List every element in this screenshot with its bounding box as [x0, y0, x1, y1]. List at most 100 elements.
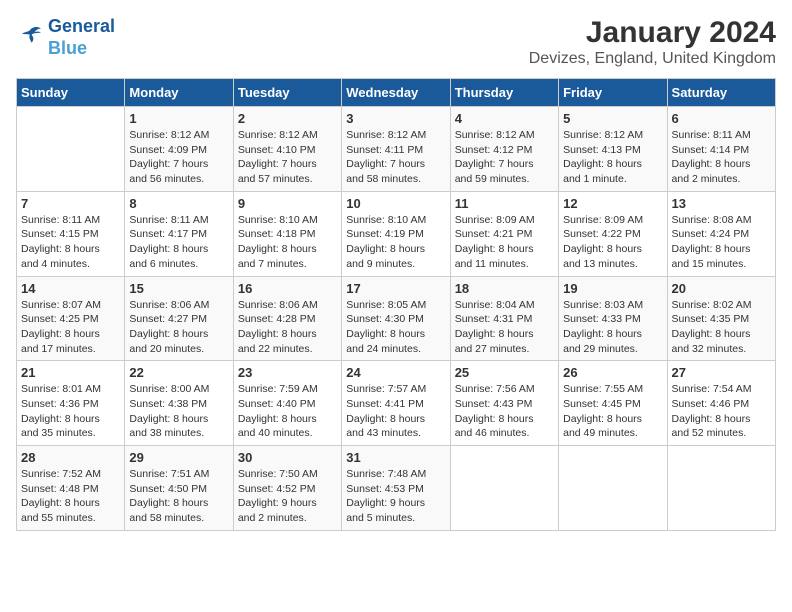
- calendar-cell: 25Sunrise: 7:56 AMSunset: 4:43 PMDayligh…: [450, 361, 558, 446]
- calendar-cell: 11 Sunrise: 8:09 AMSunset: 4:21 PMDayligh…: [450, 191, 558, 276]
- week-row-5: 28 Sunrise: 7:52 AMSunset: 4:48 PMDayligh…: [17, 446, 776, 531]
- calendar-header-row: SundayMondayTuesdayWednesdayThursdayFrid…: [17, 79, 776, 107]
- calendar-cell: 17Sunrise: 8:05 AMSunset: 4:30 PMDayligh…: [342, 276, 450, 361]
- calendar-cell: 19Sunrise: 8:03 AMSunset: 4:33 PMDayligh…: [559, 276, 667, 361]
- cell-info: Sunrise: 8:12 AMSunset: 4:11 PMDaylight:…: [346, 128, 445, 187]
- cell-info: Sunrise: 8:09 AMSunset: 4:21 PMDaylight:…: [455, 213, 554, 272]
- cell-date: 10: [346, 196, 445, 211]
- calendar-cell: 29Sunrise: 7:51 AMSunset: 4:50 PMDayligh…: [125, 446, 233, 531]
- cell-info: Sunrise: 8:06 AMSunset: 4:27 PMDaylight:…: [129, 298, 228, 357]
- cell-info: Sunrise: 8:08 AMSunset: 4:24 PMDaylight:…: [672, 213, 771, 272]
- cell-date: 8: [129, 196, 228, 211]
- calendar-cell: [17, 107, 125, 192]
- week-row-1: 1 Sunrise: 8:12 AMSunset: 4:09 PMDaylight…: [17, 107, 776, 192]
- cell-info: Sunrise: 7:50 AMSunset: 4:52 PMDaylight:…: [238, 467, 337, 526]
- cell-date: 6: [672, 111, 771, 126]
- cell-info: Sunrise: 7:51 AMSunset: 4:50 PMDaylight:…: [129, 467, 228, 526]
- cell-info: Sunrise: 8:01 AMSunset: 4:36 PMDaylight:…: [21, 382, 120, 441]
- cell-date: 24: [346, 365, 445, 380]
- cell-date: 22: [129, 365, 228, 380]
- day-header-sunday: Sunday: [17, 79, 125, 107]
- cell-date: 11: [455, 196, 554, 211]
- calendar-cell: 23Sunrise: 7:59 AMSunset: 4:40 PMDayligh…: [233, 361, 341, 446]
- calendar-cell: [450, 446, 558, 531]
- calendar-cell: 24 Sunrise: 7:57 AMSunset: 4:41 PMDayligh…: [342, 361, 450, 446]
- calendar-cell: 12 Sunrise: 8:09 AMSunset: 4:22 PMDayligh…: [559, 191, 667, 276]
- cell-info: Sunrise: 7:57 AMSunset: 4:41 PMDaylight:…: [346, 382, 445, 441]
- cell-info: Sunrise: 8:02 AMSunset: 4:35 PMDaylight:…: [672, 298, 771, 357]
- calendar-cell: 8 Sunrise: 8:11 AMSunset: 4:17 PMDaylight…: [125, 191, 233, 276]
- calendar-cell: 9Sunrise: 8:10 AMSunset: 4:18 PMDaylight…: [233, 191, 341, 276]
- cell-date: 14: [21, 281, 120, 296]
- calendar-cell: 3 Sunrise: 8:12 AMSunset: 4:11 PMDaylight…: [342, 107, 450, 192]
- cell-info: Sunrise: 8:04 AMSunset: 4:31 PMDaylight:…: [455, 298, 554, 357]
- calendar-cell: 18 Sunrise: 8:04 AMSunset: 4:31 PMDayligh…: [450, 276, 558, 361]
- cell-info: Sunrise: 8:12 AMSunset: 4:13 PMDaylight:…: [563, 128, 662, 187]
- cell-info: Sunrise: 7:55 AMSunset: 4:45 PMDaylight:…: [563, 382, 662, 441]
- day-header-friday: Friday: [559, 79, 667, 107]
- cell-info: Sunrise: 7:56 AMSunset: 4:43 PMDaylight:…: [455, 382, 554, 441]
- logo-text: General Blue: [48, 16, 115, 59]
- cell-date: 30: [238, 450, 337, 465]
- cell-date: 16: [238, 281, 337, 296]
- calendar-cell: 6 Sunrise: 8:11 AMSunset: 4:14 PMDaylight…: [667, 107, 775, 192]
- cell-info: Sunrise: 8:10 AMSunset: 4:19 PMDaylight:…: [346, 213, 445, 272]
- day-header-tuesday: Tuesday: [233, 79, 341, 107]
- calendar-cell: 22 Sunrise: 8:00 AMSunset: 4:38 PMDayligh…: [125, 361, 233, 446]
- week-row-3: 14 Sunrise: 8:07 AMSunset: 4:25 PMDayligh…: [17, 276, 776, 361]
- day-header-wednesday: Wednesday: [342, 79, 450, 107]
- cell-info: Sunrise: 8:11 AMSunset: 4:14 PMDaylight:…: [672, 128, 771, 187]
- calendar-cell: 7 Sunrise: 8:11 AMSunset: 4:15 PMDaylight…: [17, 191, 125, 276]
- week-row-2: 7 Sunrise: 8:11 AMSunset: 4:15 PMDaylight…: [17, 191, 776, 276]
- day-header-saturday: Saturday: [667, 79, 775, 107]
- calendar-cell: 28 Sunrise: 7:52 AMSunset: 4:48 PMDayligh…: [17, 446, 125, 531]
- cell-info: Sunrise: 7:48 AMSunset: 4:53 PMDaylight:…: [346, 467, 445, 526]
- cell-date: 1: [129, 111, 228, 126]
- calendar-cell: 14 Sunrise: 8:07 AMSunset: 4:25 PMDayligh…: [17, 276, 125, 361]
- calendar-cell: [559, 446, 667, 531]
- cell-info: Sunrise: 8:05 AMSunset: 4:30 PMDaylight:…: [346, 298, 445, 357]
- calendar-title: January 2024: [529, 16, 776, 50]
- calendar-cell: 15 Sunrise: 8:06 AMSunset: 4:27 PMDayligh…: [125, 276, 233, 361]
- cell-info: Sunrise: 7:54 AMSunset: 4:46 PMDaylight:…: [672, 382, 771, 441]
- logo: General Blue: [16, 16, 115, 59]
- cell-date: 27: [672, 365, 771, 380]
- cell-info: Sunrise: 8:00 AMSunset: 4:38 PMDaylight:…: [129, 382, 228, 441]
- cell-date: 19: [563, 281, 662, 296]
- calendar-table: SundayMondayTuesdayWednesdayThursdayFrid…: [16, 78, 776, 531]
- calendar-cell: 27 Sunrise: 7:54 AMSunset: 4:46 PMDayligh…: [667, 361, 775, 446]
- calendar-cell: [667, 446, 775, 531]
- cell-date: 13: [672, 196, 771, 211]
- cell-info: Sunrise: 7:59 AMSunset: 4:40 PMDaylight:…: [238, 382, 337, 441]
- calendar-cell: 21 Sunrise: 8:01 AMSunset: 4:36 PMDayligh…: [17, 361, 125, 446]
- cell-date: 2: [238, 111, 337, 126]
- cell-date: 21: [21, 365, 120, 380]
- calendar-cell: 20Sunrise: 8:02 AMSunset: 4:35 PMDayligh…: [667, 276, 775, 361]
- cell-date: 3: [346, 111, 445, 126]
- cell-date: 7: [21, 196, 120, 211]
- cell-date: 18: [455, 281, 554, 296]
- cell-date: 12: [563, 196, 662, 211]
- cell-info: Sunrise: 8:07 AMSunset: 4:25 PMDaylight:…: [21, 298, 120, 357]
- cell-info: Sunrise: 8:11 AMSunset: 4:15 PMDaylight:…: [21, 213, 120, 272]
- cell-date: 15: [129, 281, 228, 296]
- cell-date: 9: [238, 196, 337, 211]
- calendar-cell: 5Sunrise: 8:12 AMSunset: 4:13 PMDaylight…: [559, 107, 667, 192]
- cell-info: Sunrise: 8:11 AMSunset: 4:17 PMDaylight:…: [129, 213, 228, 272]
- cell-date: 4: [455, 111, 554, 126]
- calendar-subtitle: Devizes, England, United Kingdom: [529, 50, 776, 68]
- week-row-4: 21 Sunrise: 8:01 AMSunset: 4:36 PMDayligh…: [17, 361, 776, 446]
- cell-info: Sunrise: 8:12 AMSunset: 4:09 PMDaylight:…: [129, 128, 228, 187]
- cell-date: 31: [346, 450, 445, 465]
- calendar-cell: 4Sunrise: 8:12 AMSunset: 4:12 PMDaylight…: [450, 107, 558, 192]
- calendar-cell: 13 Sunrise: 8:08 AMSunset: 4:24 PMDayligh…: [667, 191, 775, 276]
- cell-info: Sunrise: 7:52 AMSunset: 4:48 PMDaylight:…: [21, 467, 120, 526]
- day-header-monday: Monday: [125, 79, 233, 107]
- cell-date: 28: [21, 450, 120, 465]
- calendar-cell: 16Sunrise: 8:06 AMSunset: 4:28 PMDayligh…: [233, 276, 341, 361]
- title-block: January 2024 Devizes, England, United Ki…: [529, 16, 776, 68]
- cell-info: Sunrise: 8:09 AMSunset: 4:22 PMDaylight:…: [563, 213, 662, 272]
- calendar-cell: 10 Sunrise: 8:10 AMSunset: 4:19 PMDayligh…: [342, 191, 450, 276]
- calendar-cell: 2Sunrise: 8:12 AMSunset: 4:10 PMDaylight…: [233, 107, 341, 192]
- calendar-cell: 1 Sunrise: 8:12 AMSunset: 4:09 PMDaylight…: [125, 107, 233, 192]
